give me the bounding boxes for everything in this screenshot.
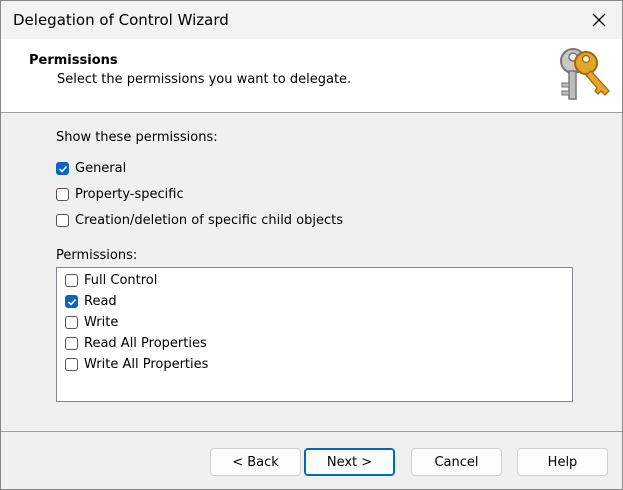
checkbox-box [56,162,69,175]
permission-label: Write [84,315,119,330]
general-checkbox[interactable]: General [56,161,126,176]
next-button[interactable]: Next > [304,448,395,476]
checkbox-box [65,295,78,308]
permission-label: Write All Properties [84,357,209,372]
checkmark-icon [67,298,76,306]
page-subtitle: Select the permissions you want to deleg… [57,72,352,87]
checkbox-box [65,337,78,350]
keys-icon [560,48,610,100]
cancel-button[interactable]: Cancel [411,448,502,476]
help-button[interactable]: Help [517,448,608,476]
permission-label: Read All Properties [84,336,207,351]
page-title: Permissions [29,53,118,68]
checkbox-label: Property-specific [75,187,184,202]
checkbox-label: General [75,161,127,176]
permissions-list[interactable]: Full Control Read Write Read All Propert… [56,267,573,402]
back-button[interactable]: < Back [210,448,301,476]
permission-read[interactable]: Read [65,294,117,309]
permission-read-all-properties[interactable]: Read All Properties [65,336,207,351]
footer-divider [1,431,622,432]
checkbox-box [65,316,78,329]
checkbox-label: Creation/deletion of specific child obje… [75,213,344,228]
permissions-label: Permissions: [56,248,138,263]
wizard-header: Permissions Select the permissions you w… [1,39,622,113]
wizard-window: Delegation of Control Wizard Permissions… [0,0,623,490]
child-objects-checkbox[interactable]: Creation/deletion of specific child obje… [56,213,343,228]
close-button[interactable] [576,1,622,39]
close-icon [592,13,606,27]
property-specific-checkbox[interactable]: Property-specific [56,187,184,202]
permission-label: Full Control [84,273,158,288]
permission-write[interactable]: Write [65,315,118,330]
permission-label: Read [84,294,117,309]
permission-full-control[interactable]: Full Control [65,273,157,288]
checkmark-icon [58,165,67,173]
title-bar: Delegation of Control Wizard [1,1,622,39]
checkbox-box [65,358,78,371]
permission-write-all-properties[interactable]: Write All Properties [65,357,208,372]
checkbox-box [56,214,69,227]
show-permissions-label: Show these permissions: [56,130,218,145]
checkbox-box [65,274,78,287]
checkbox-box [56,188,69,201]
window-title: Delegation of Control Wizard [13,11,229,29]
wizard-content: Show these permissions: General Property… [1,113,622,431]
